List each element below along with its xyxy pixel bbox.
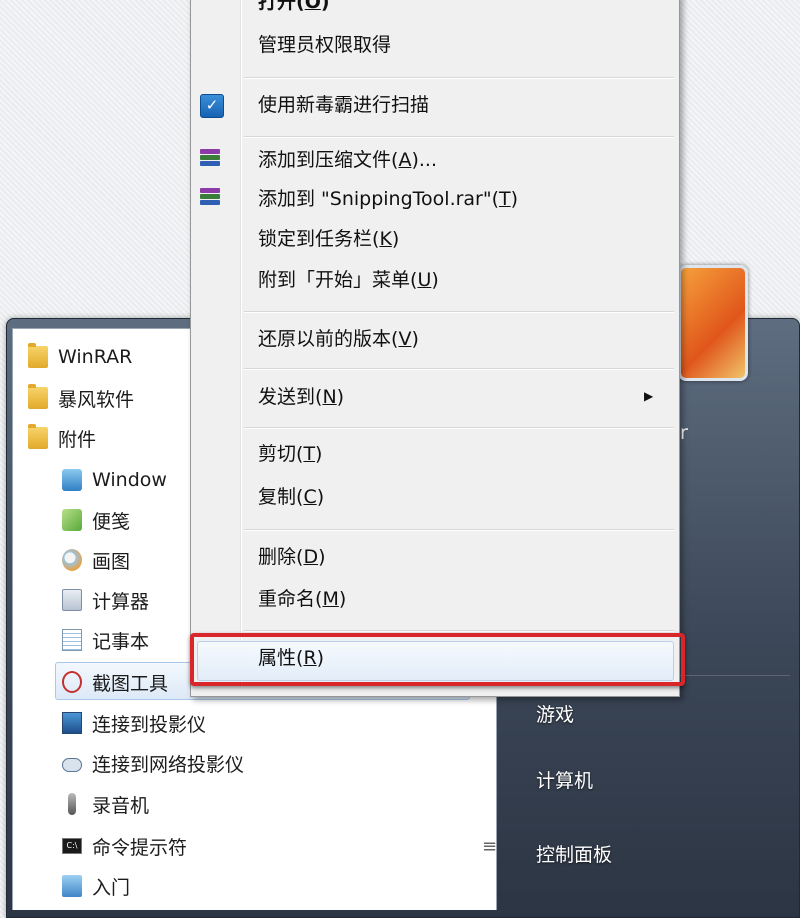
windows-update-icon — [62, 469, 82, 491]
program-windows-update[interactable]: Window — [62, 463, 167, 497]
program-command-prompt[interactable]: C:\ 命令提示符 — [62, 829, 187, 863]
menu-item-open[interactable]: 打开(O) — [258, 0, 330, 14]
menu-item-add-to-snippingtool-rar[interactable]: 添加到 "SnippingTool.rar"(T) — [258, 187, 518, 211]
program-label: 连接到投影仪 — [92, 713, 207, 736]
program-label: 命令提示符 — [92, 836, 188, 859]
microphone-icon — [68, 793, 76, 815]
menu-item-send-to[interactable]: 发送到(N) — [258, 385, 344, 409]
user-picture[interactable] — [678, 265, 748, 381]
sticky-notes-icon — [62, 509, 82, 531]
program-getting-started[interactable]: 入门 — [62, 869, 130, 903]
program-folder-winrar[interactable]: WinRAR — [28, 340, 132, 374]
menu-separator — [244, 136, 674, 138]
username-label[interactable]: r — [680, 422, 688, 444]
menu-separator — [244, 368, 674, 370]
menu-item-cut[interactable]: 剪切(T) — [258, 442, 322, 466]
program-label: 附件 — [58, 428, 97, 451]
program-sound-recorder[interactable]: 录音机 — [62, 787, 149, 821]
program-label: 计算器 — [92, 590, 150, 613]
menu-item-restore-previous-versions[interactable]: 还原以前的版本(V) — [258, 327, 419, 351]
program-label: 截图工具 — [92, 672, 169, 695]
program-network-projector[interactable]: 连接到网络投影仪 — [62, 746, 244, 780]
menu-separator — [244, 427, 674, 429]
program-connect-projector[interactable]: 连接到投影仪 — [62, 706, 206, 740]
winrar-icon — [200, 188, 220, 208]
menu-separator — [244, 630, 674, 632]
program-label: 便笺 — [92, 510, 131, 533]
program-folder-accessories[interactable]: 附件 — [28, 421, 96, 455]
folder-icon — [28, 424, 48, 449]
right-item-computer[interactable]: 计算机 — [536, 766, 593, 793]
snipping-tool-icon — [62, 671, 82, 693]
menu-icon-gutter-highlight — [241, 0, 242, 689]
paint-icon — [62, 549, 82, 571]
getting-started-icon — [62, 875, 82, 897]
menu-separator — [244, 77, 674, 79]
projector-icon — [62, 712, 82, 734]
menu-item-copy[interactable]: 复制(C) — [258, 485, 324, 509]
program-label: WinRAR — [58, 346, 133, 368]
program-notepad[interactable]: 记事本 — [62, 623, 149, 657]
scrollbar-grip[interactable]: ≡ — [482, 836, 497, 857]
program-snipping-tool[interactable]: 截图工具 — [62, 665, 168, 699]
winrar-icon — [200, 149, 220, 169]
menu-separator — [244, 529, 674, 531]
program-label: 画图 — [92, 550, 131, 573]
menu-item-admin-ownership[interactable]: 管理员权限取得 — [258, 33, 391, 57]
cmd-icon: C:\ — [62, 838, 82, 854]
program-label: Window — [92, 469, 167, 491]
right-item-games[interactable]: 游戏 — [536, 700, 574, 727]
menu-item-scan[interactable]: 使用新毒霸进行扫描 — [258, 93, 429, 117]
notepad-icon — [62, 629, 82, 651]
program-label: 录音机 — [92, 794, 150, 817]
program-label: 记事本 — [92, 630, 150, 653]
antivirus-scan-icon: ✓ — [200, 94, 224, 118]
program-label: 连接到网络投影仪 — [92, 753, 245, 776]
network-projector-icon — [62, 758, 82, 772]
menu-item-pin-to-start[interactable]: 附到「开始」菜单(U) — [258, 268, 439, 292]
right-item-control-panel[interactable]: 控制面板 — [536, 840, 612, 867]
program-calculator[interactable]: 计算器 — [62, 583, 149, 617]
program-label: 入门 — [92, 876, 131, 899]
folder-icon — [28, 343, 48, 368]
program-label: 暴风软件 — [58, 388, 135, 411]
calculator-icon — [62, 589, 82, 611]
menu-separator — [244, 311, 674, 313]
submenu-arrow-icon: ▶ — [644, 389, 654, 403]
program-folder-baofeng[interactable]: 暴风软件 — [28, 381, 134, 415]
program-paint[interactable]: 画图 — [62, 543, 130, 577]
menu-item-pin-to-taskbar[interactable]: 锁定到任务栏(K) — [258, 227, 399, 251]
folder-icon — [28, 384, 48, 409]
menu-item-add-to-archive[interactable]: 添加到压缩文件(A)... — [258, 148, 437, 172]
annotation-highlight-box — [190, 633, 685, 686]
menu-item-delete[interactable]: 删除(D) — [258, 545, 326, 569]
program-sticky-notes[interactable]: 便笺 — [62, 503, 130, 537]
menu-item-rename[interactable]: 重命名(M) — [258, 587, 346, 611]
